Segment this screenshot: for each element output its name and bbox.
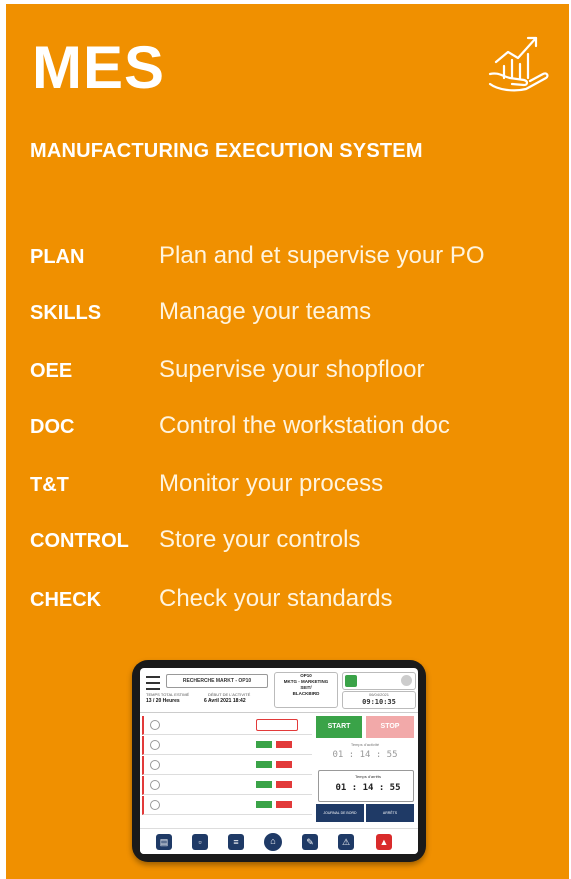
home-icon: ⌂ [264,833,282,851]
feature-row-oee: OEE Supervise your shopfloor [6,354,569,388]
clock: 09:10:35 [362,698,396,706]
stops-button: ARRÊTS [366,804,414,822]
clock-box: 06/04/2021 09:10:35 [342,691,416,709]
activity-timer: 01 : 14 : 55 [332,750,398,760]
tablet-mockup: RECHERCHE MARKT - OP10 TEMPS TOTAL ESTIM… [132,660,426,862]
row-number [150,780,160,790]
feature-code: CONTROL [30,530,129,552]
ko-toggle [276,801,292,808]
task-list [142,716,312,824]
feature-description: Check your standards [159,585,393,612]
timer-panel: START STOP Temps d'activité 01 : 14 : 55… [316,716,416,824]
feature-code: SKILLS [30,302,102,324]
warning-icon: ⚠ [338,834,354,850]
stop-timer: 01 : 14 : 55 [335,783,401,793]
feature-code: DOC [30,416,75,438]
feature-row-skills: SKILLS Manage your teams [6,296,569,330]
row-input [256,719,298,731]
start-label: DÉBUT DE L'ACTIVITÉ [208,692,251,697]
feature-row-doc: DOC Control the workstation doc [6,410,569,444]
page-title: MES [32,34,166,101]
list-item [142,796,312,815]
stop-time-label: Temps d'arrêts [354,774,382,779]
row-number [150,720,160,730]
journal-button: JOURNAL DE BORD [316,804,364,822]
chat-icon: ▫ [192,834,208,850]
row-number [150,800,160,810]
feature-code: OEE [30,360,73,382]
ko-toggle [276,741,292,748]
feature-row-control: CONTROL Store your controls [6,524,569,558]
feature-row-plan: PLAN Plan and et supervise your PO [6,240,569,274]
user-box [342,672,416,690]
start-button: START [316,716,362,738]
feature-code: PLAN [30,246,85,268]
row-number [150,760,160,770]
list-item [142,756,312,775]
hand-growth-chart-icon [488,36,549,92]
operation-box: OP10 MKTG - MARKETING SEIT/ BLACKBIRD [274,672,338,708]
list-icon: ≡ [228,834,244,850]
feature-description: Manage your teams [159,298,372,325]
menu-icon [146,676,160,690]
op-line: BLACKBIRD [292,691,320,696]
mes-card: MES MANUFACTURING EXECUTION SYSTEM PLAN … [6,4,569,879]
ok-toggle [256,741,272,748]
list-item [142,776,312,795]
feature-description: Supervise your shopfloor [159,356,425,383]
bottom-toolbar: ▤ ▫ ≡ ⌂ ✎ ⚠ ▲ [140,828,418,854]
app-header: RECHERCHE MARKT - OP10 TEMPS TOTAL ESTIM… [140,668,418,713]
start-value: 6 Avril 2021 18:42 [204,698,246,704]
feature-row-check: CHECK Check your standards [6,583,569,617]
feature-description: Monitor your process [159,470,384,497]
edit-icon: ✎ [302,834,318,850]
feature-description: Store your controls [159,526,361,553]
stop-time-box: Temps d'arrêts 01 : 14 : 55 [318,770,414,802]
search-field: RECHERCHE MARKT - OP10 [166,674,268,688]
total-label: TEMPS TOTAL ESTIMÉ [146,692,190,697]
activity-label: Temps d'activité [350,742,380,747]
feature-code: T&T [30,474,69,496]
feature-description: Plan and et supervise your PO [159,242,485,269]
feature-code: CHECK [30,589,102,611]
page-subtitle: MANUFACTURING EXECUTION SYSTEM [30,140,423,162]
ko-toggle [276,761,292,768]
tablet-screen: RECHERCHE MARKT - OP10 TEMPS TOTAL ESTIM… [140,668,418,854]
document-icon: ▤ [156,834,172,850]
alert-icon: ▲ [376,834,392,850]
row-number [150,740,160,750]
ok-toggle [256,781,272,788]
feature-row-tt: T&T Monitor your process [6,468,569,502]
avatar [401,675,412,686]
feature-description: Control the workstation doc [159,412,450,439]
ok-toggle [256,801,272,808]
ok-toggle [256,761,272,768]
list-item [142,716,312,735]
user-status-icon [345,675,357,687]
total-value: 13 / 20 Heures [146,698,180,704]
ko-toggle [276,781,292,788]
stop-button: STOP [366,716,414,738]
list-item [142,736,312,755]
